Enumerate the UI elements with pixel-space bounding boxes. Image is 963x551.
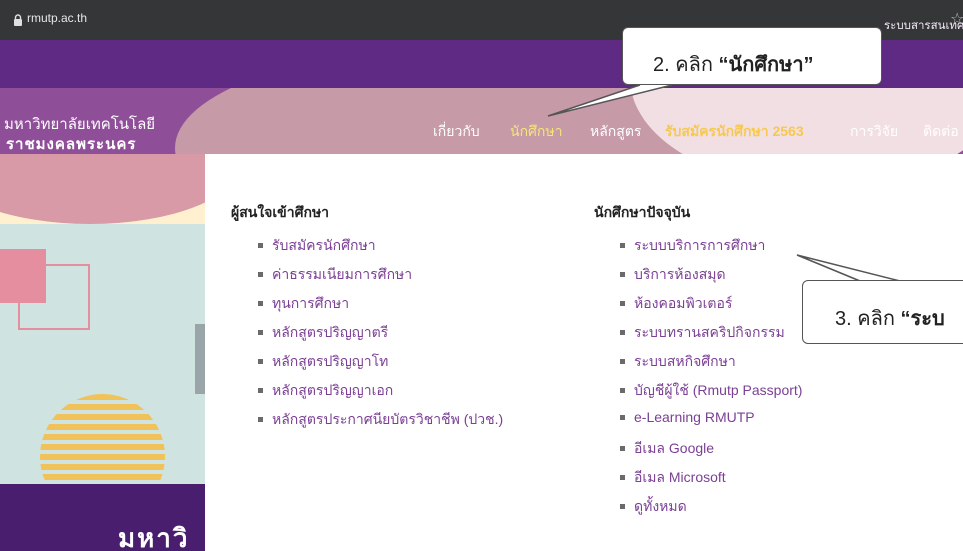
menu-item-education-service[interactable]: ระบบบริการการศึกษา bbox=[620, 235, 765, 257]
menu-item[interactable]: e-Learning RMUTP bbox=[620, 409, 755, 425]
lock-icon bbox=[14, 14, 22, 26]
nav-research[interactable]: การวิจัย bbox=[850, 121, 898, 143]
callout-target: “นักศึกษา” bbox=[718, 54, 814, 76]
bullet-icon bbox=[620, 387, 625, 393]
callout-prefix: 2. คลิก bbox=[653, 54, 719, 76]
menu-item-label: หลักสูตรปริญญาโท bbox=[272, 353, 389, 369]
bullet-icon bbox=[620, 445, 625, 451]
menu-item[interactable]: บัญชีผู้ใช้ (Rmutp Passport) bbox=[620, 380, 802, 402]
nav-courses[interactable]: หลักสูตร bbox=[590, 121, 641, 143]
university-logo-text[interactable]: ราชมงคลพระนคร bbox=[6, 132, 136, 156]
menu-item-label: ระบบทรานสคริปกิจกรรม bbox=[634, 324, 785, 340]
nav-students[interactable]: นักศึกษา bbox=[510, 121, 563, 143]
bullet-icon bbox=[258, 329, 263, 335]
menu-item-label: ระบบสหกิจศึกษา bbox=[634, 353, 736, 369]
menu-item-label: หลักสูตรปริญญาตรี bbox=[272, 324, 389, 340]
bullet-icon bbox=[258, 387, 263, 393]
hero-decoration bbox=[0, 154, 205, 224]
menu-item-label: ดูทั้งหมด bbox=[634, 498, 687, 514]
step-3-callout: 3. คลิก “ระบ bbox=[802, 280, 963, 344]
bullet-icon bbox=[258, 271, 263, 277]
menu-item[interactable]: ดูทั้งหมด bbox=[620, 496, 687, 518]
bullet-icon bbox=[258, 416, 263, 422]
step-2-callout: 2. คลิก “นักศึกษา” bbox=[622, 27, 882, 85]
menu-item-label: อีเมล Microsoft bbox=[634, 469, 726, 485]
hero-banner bbox=[0, 154, 205, 551]
nav-admission[interactable]: รับสมัครนักศึกษา 2563 bbox=[665, 121, 804, 143]
bullet-icon bbox=[620, 300, 625, 306]
menu-item[interactable]: ห้องคอมพิวเตอร์ bbox=[620, 293, 732, 315]
menu-item[interactable]: บริการห้องสมุด bbox=[620, 264, 726, 286]
url-text[interactable]: rmutp.ac.th bbox=[27, 11, 87, 25]
menu-item[interactable]: ระบบสหกิจศึกษา bbox=[620, 351, 736, 373]
hero-decoration bbox=[195, 324, 205, 394]
callout-prefix: 3. คลิก bbox=[835, 308, 901, 330]
bullet-icon bbox=[620, 358, 625, 364]
current-students-heading: นักศึกษาปัจจุบัน bbox=[594, 205, 691, 221]
menu-item[interactable]: หลักสูตรปริญญาโท bbox=[258, 351, 388, 373]
menu-item[interactable]: ค่าธรรมเนียมการศึกษา bbox=[258, 264, 412, 286]
bullet-icon bbox=[258, 300, 263, 306]
bullet-icon bbox=[620, 414, 625, 420]
prospective-heading: ผู้สนใจเข้าศึกษา bbox=[231, 205, 330, 221]
nav-about[interactable]: เกี่ยวกับ bbox=[433, 121, 480, 143]
bullet-icon bbox=[620, 503, 625, 509]
menu-item[interactable]: หลักสูตรประกาศนียบัตรวิชาชีพ (ปวช.) bbox=[258, 409, 503, 431]
menu-item[interactable]: หลักสูตรปริญญาตรี bbox=[258, 322, 388, 344]
bullet-icon bbox=[258, 242, 263, 248]
bullet-icon bbox=[620, 242, 625, 248]
nav-contact[interactable]: ติดต่อ bbox=[923, 121, 959, 143]
menu-item-label: ค่าธรรมเนียมการศึกษา bbox=[272, 266, 413, 282]
callout-target: “ระบ bbox=[900, 308, 945, 330]
bullet-icon bbox=[620, 271, 625, 277]
menu-item-label: e-Learning RMUTP bbox=[634, 409, 755, 425]
menu-item-label: บัญชีผู้ใช้ (Rmutp Passport) bbox=[634, 382, 803, 398]
menu-item-label: บริการห้องสมุด bbox=[634, 266, 726, 282]
bullet-icon bbox=[258, 358, 263, 364]
menu-item-label: หลักสูตรประกาศนียบัตรวิชาชีพ (ปวช.) bbox=[272, 411, 504, 427]
bullet-icon bbox=[620, 329, 625, 335]
menu-item[interactable]: หลักสูตรปริญญาเอก bbox=[258, 380, 393, 402]
menu-item-label: หลักสูตรปริญญาเอก bbox=[272, 382, 394, 398]
menu-item[interactable]: ทุนการศึกษา bbox=[258, 293, 349, 315]
menu-item-label: รับสมัครนักศึกษา bbox=[272, 237, 376, 253]
hero-title: มหาวิ bbox=[118, 524, 190, 551]
menu-item[interactable]: ระบบทรานสคริปกิจกรรม bbox=[620, 322, 785, 344]
menu-item-label: ห้องคอมพิวเตอร์ bbox=[634, 295, 733, 311]
info-system-link[interactable]: ระบบสารสนเทศ bbox=[884, 17, 963, 35]
menu-item-label: ทุนการศึกษา bbox=[272, 295, 350, 311]
menu-item[interactable]: อีเมล Microsoft bbox=[620, 467, 726, 489]
menu-item[interactable]: รับสมัครนักศึกษา bbox=[258, 235, 376, 257]
bullet-icon bbox=[620, 474, 625, 480]
hero-decoration bbox=[18, 264, 90, 330]
menu-item-label: อีเมล Google bbox=[634, 440, 715, 456]
menu-item[interactable]: อีเมล Google bbox=[620, 438, 714, 460]
menu-item-label: ระบบบริการการศึกษา bbox=[634, 237, 766, 253]
